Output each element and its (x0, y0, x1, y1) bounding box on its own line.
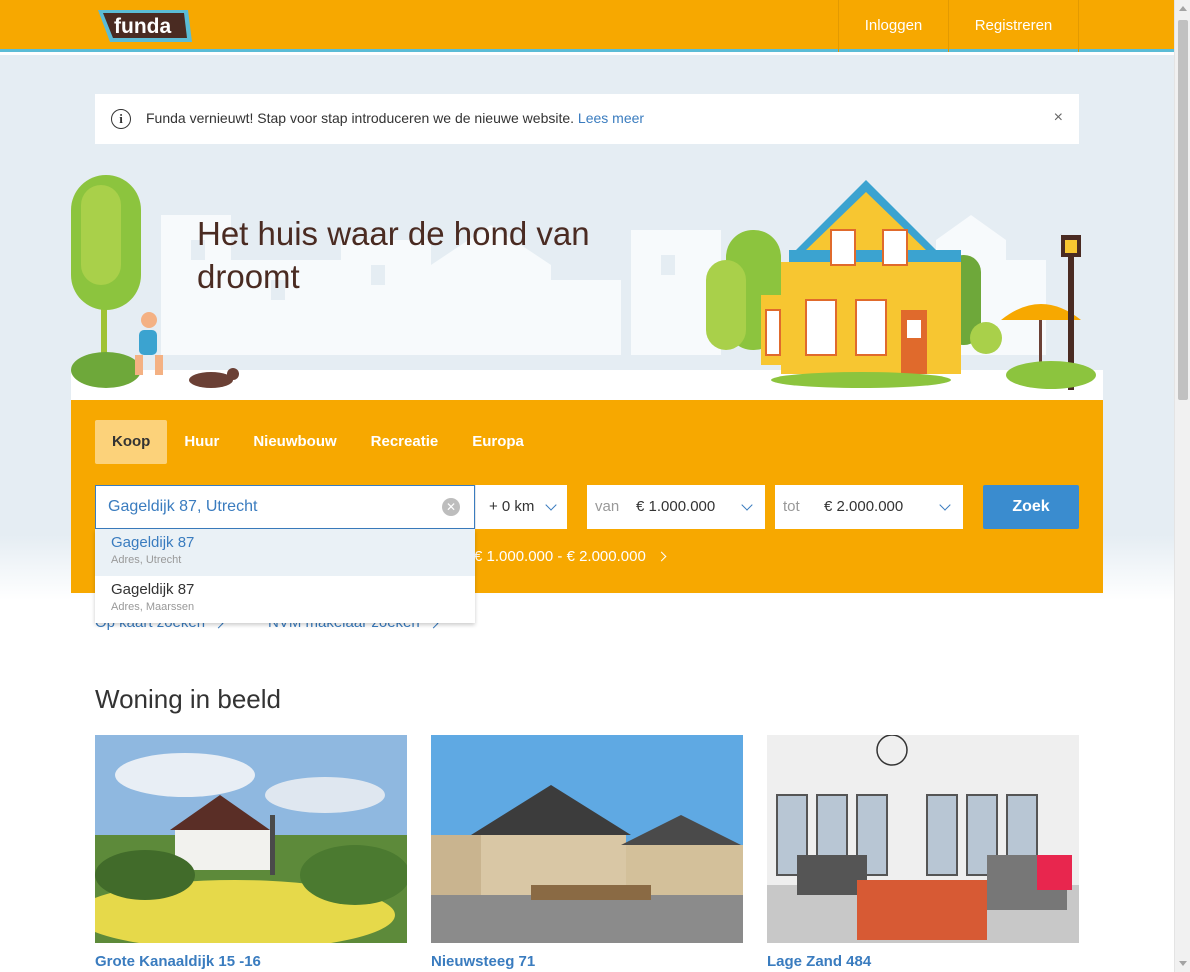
announcement-banner: i Funda vernieuwt! Stap voor stap introd… (95, 94, 1079, 144)
info-icon: i (111, 109, 131, 129)
close-icon[interactable]: × (1054, 109, 1063, 127)
autocomplete-item-title: Gageldijk 87 (111, 534, 195, 551)
tab-koop[interactable]: Koop (95, 420, 168, 464)
announcement-message: Funda vernieuwt! Stap voor stap introduc… (146, 110, 575, 126)
property-name-link[interactable]: Lage Zand 484 (767, 953, 1079, 970)
register-button[interactable]: Registreren (948, 0, 1079, 52)
price-from-label: van (595, 498, 620, 515)
price-from-value: € 1.000.000 (636, 498, 716, 515)
property-photo[interactable] (95, 735, 407, 943)
radius-value: + 0 km (489, 498, 535, 515)
autocomplete-item-title: Gageldijk 87 (111, 581, 195, 598)
search-submit-button[interactable]: Zoek (983, 485, 1079, 529)
property-name-link[interactable]: Nieuwsteeg 71 (431, 953, 743, 970)
recent-search-text: € 1.000.000 - € 2.000.000 (474, 548, 646, 565)
read-more-link[interactable]: Lees meer (578, 110, 644, 126)
scroll-thumb[interactable] (1178, 20, 1188, 400)
price-from-select[interactable]: van € 1.000.000 (587, 485, 765, 529)
page-scrollbar[interactable] (1174, 0, 1190, 972)
autocomplete-item-subtitle: Adres, Maarssen (111, 601, 195, 613)
svg-text:funda: funda (114, 15, 171, 38)
autocomplete-item[interactable]: Gageldijk 87 Adres, Utrecht (95, 529, 475, 576)
price-to-label: tot (783, 498, 800, 515)
search-type-tabs: Koop Huur Nieuwbouw Recreatie Europa (95, 420, 541, 464)
property-name-link[interactable]: Grote Kanaaldijk 15 -16 (95, 953, 407, 970)
hero-title: Het huis waar de hond van droomt (197, 215, 590, 295)
price-to-select[interactable]: tot € 2.000.000 (775, 485, 963, 529)
autocomplete-item-subtitle: Adres, Utrecht (111, 554, 182, 566)
scroll-up-arrow-icon[interactable] (1179, 6, 1187, 11)
tab-recreatie[interactable]: Recreatie (354, 420, 456, 464)
announcement-text: Funda vernieuwt! Stap voor stap introduc… (146, 110, 644, 126)
funda-logo[interactable]: funda (96, 8, 194, 44)
featured-section-title: Woning in beeld (95, 684, 281, 714)
chevron-down-icon (545, 499, 557, 511)
recent-search-link[interactable]: € 1.000.000 - € 2.000.000 (474, 548, 667, 565)
chevron-down-icon (939, 499, 951, 511)
chevron-down-icon (741, 499, 753, 511)
location-search-input[interactable]: Gageldijk 87, Utrecht (95, 485, 475, 529)
property-photo[interactable] (767, 735, 1079, 943)
property-photo[interactable] (431, 735, 743, 943)
featured-card[interactable]: Grote Kanaaldijk 15 -16 (95, 735, 407, 970)
featured-card[interactable]: Nieuwsteeg 71 (431, 735, 743, 970)
featured-card[interactable]: Lage Zand 484 (767, 735, 1079, 970)
tab-huur[interactable]: Huur (167, 420, 236, 464)
login-button[interactable]: Inloggen (838, 0, 948, 52)
top-header: funda Inloggen Registreren (0, 0, 1174, 52)
price-to-value: € 2.000.000 (824, 498, 904, 515)
chevron-right-icon (656, 551, 667, 562)
autocomplete-item[interactable]: Gageldijk 87 Adres, Maarssen (95, 576, 475, 623)
tab-nieuwbouw[interactable]: Nieuwbouw (236, 420, 353, 464)
scroll-down-arrow-icon[interactable] (1179, 961, 1187, 966)
autocomplete-dropdown: Gageldijk 87 Adres, Utrecht Gageldijk 87… (95, 529, 475, 623)
tab-europa[interactable]: Europa (455, 420, 541, 464)
clear-input-icon[interactable]: ✕ (442, 498, 460, 516)
radius-select[interactable]: + 0 km (475, 485, 567, 529)
